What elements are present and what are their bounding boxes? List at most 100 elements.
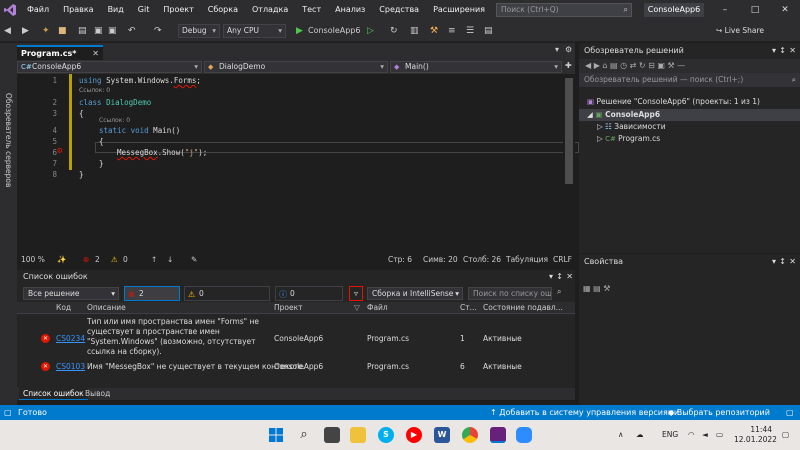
- server-explorer-tab[interactable]: Обозреватель серверов: [4, 93, 13, 187]
- notifications-icon[interactable]: ▢: [786, 405, 794, 420]
- member-nav-select[interactable]: ◆ Main() ▾: [390, 61, 562, 73]
- run-without-debugging-icon[interactable]: ▷: [367, 24, 374, 38]
- collapse-arrow-icon[interactable]: ▷: [597, 134, 605, 143]
- solution-search-input[interactable]: Обозреватель решений — поиск (Ctrl+;) ⌕: [579, 73, 800, 87]
- tab-program-cs[interactable]: Program.cs* ✕: [17, 45, 103, 60]
- build-source-select[interactable]: Сборка и IntelliSense ▾: [367, 287, 463, 300]
- menu-extensions[interactable]: Расширения: [426, 0, 492, 20]
- tree-item-project[interactable]: ◢ ▣ ConsoleApp6: [579, 109, 800, 121]
- tab-error-list[interactable]: Список ошибок: [19, 388, 88, 400]
- open-file-icon[interactable]: ▤: [78, 24, 87, 38]
- tab-output[interactable]: Вывод: [81, 388, 114, 400]
- undo-icon[interactable]: ↶: [128, 24, 136, 38]
- zoom-icon[interactable]: [516, 427, 532, 443]
- errors-filter-button[interactable]: ⊗2 Ошибки: [124, 286, 180, 311]
- menu-file[interactable]: Файл: [20, 0, 56, 20]
- warning-count[interactable]: 0: [123, 255, 128, 264]
- new-item-icon[interactable]: ✦: [42, 24, 50, 38]
- notification-center-icon[interactable]: ▢: [782, 420, 789, 450]
- close-tab-icon[interactable]: ✕: [92, 47, 99, 60]
- close-panel-icon[interactable]: ✕: [789, 43, 796, 59]
- dropdown-icon[interactable]: ▾: [772, 43, 776, 59]
- split-editor-icon[interactable]: ✚: [565, 61, 572, 70]
- pin-icon[interactable]: ▾: [549, 270, 553, 283]
- select-repository-button[interactable]: ◆ Выбрать репозиторий: [668, 405, 770, 420]
- minimize-button[interactable]: –: [710, 0, 740, 20]
- live-share-button[interactable]: ↪ Live Share: [716, 24, 764, 38]
- quick-search-input[interactable]: Поиск (Ctrl+Q) ⌕: [496, 3, 632, 17]
- col-file[interactable]: Файл: [367, 303, 388, 312]
- wifi-icon[interactable]: ◠: [688, 420, 695, 450]
- indent-indicator[interactable]: Табуляция: [506, 255, 548, 264]
- warnings-filter-button[interactable]: ⚠0 Предупреждения: [184, 286, 270, 311]
- task-view-icon[interactable]: [324, 427, 340, 443]
- collapse-arrow-icon[interactable]: ▷: [597, 122, 605, 131]
- history-icon[interactable]: ◷: [620, 61, 630, 70]
- menu-project[interactable]: Проект: [156, 0, 200, 20]
- class-nav-select[interactable]: ◆ DialogDemo ▾: [204, 61, 388, 73]
- code-editor[interactable]: 1 2 3 4 5 6 7 8 ⚙ using System.Windows.F…: [17, 74, 579, 254]
- next-issue-icon[interactable]: ↓: [167, 255, 173, 264]
- brush-icon[interactable]: ✎: [191, 255, 197, 264]
- error-code[interactable]: CS0234: [56, 334, 85, 344]
- col-project[interactable]: Проект: [274, 303, 303, 312]
- toolbar-icon-3[interactable]: ☰: [466, 24, 474, 38]
- col-description[interactable]: Описание: [87, 303, 126, 312]
- switch-view-icon[interactable]: ▤: [610, 61, 620, 70]
- skype-icon[interactable]: S: [378, 427, 394, 443]
- alphabetical-icon[interactable]: ▤: [593, 284, 603, 293]
- redo-icon[interactable]: ↷: [154, 24, 162, 38]
- scope-select[interactable]: Все решение ▾: [23, 287, 119, 300]
- properties-icon[interactable]: ⚒: [668, 61, 678, 70]
- settings-gear-icon[interactable]: ⚙: [565, 45, 572, 54]
- error-count[interactable]: 2: [95, 255, 100, 264]
- eol-indicator[interactable]: CRLF: [553, 255, 572, 264]
- show-files-icon[interactable]: ▣: [657, 61, 667, 70]
- visual-studio-taskbar-icon[interactable]: [490, 427, 506, 443]
- maximize-button[interactable]: □: [740, 0, 770, 20]
- platform-select[interactable]: Any CPU ▾: [223, 24, 286, 38]
- tray-chevron-icon[interactable]: ∧: [618, 420, 624, 450]
- codelens-references[interactable]: Ссылок: 0: [79, 87, 110, 94]
- sync-icon[interactable]: ⇄: [630, 61, 639, 70]
- menu-git[interactable]: Git: [131, 0, 157, 20]
- col-line[interactable]: Ст...: [460, 303, 477, 312]
- prev-issue-icon[interactable]: ↑: [151, 255, 157, 264]
- file-explorer-icon[interactable]: [350, 427, 366, 443]
- close-panel-icon[interactable]: ✕: [789, 254, 796, 270]
- menu-analyze[interactable]: Анализ: [328, 0, 372, 20]
- youtube-icon[interactable]: ▶: [406, 427, 422, 443]
- save-all-icon[interactable]: ▣: [108, 24, 117, 38]
- error-lightbulb-icon[interactable]: ⚙: [57, 146, 62, 156]
- messages-filter-button[interactable]: ⓘ0 Сообщения: [275, 286, 343, 311]
- language-indicator[interactable]: ENG: [662, 420, 678, 450]
- zoom-level[interactable]: 100 %: [21, 255, 45, 264]
- pin-icon[interactable]: ↕: [779, 254, 786, 270]
- home-icon[interactable]: ⌂: [602, 61, 610, 70]
- windows-start-icon[interactable]: [268, 427, 284, 443]
- back-icon[interactable]: ◀: [585, 61, 594, 70]
- toolbar-icon-2[interactable]: ≡: [448, 24, 456, 38]
- battery-icon[interactable]: ▭: [716, 420, 723, 450]
- back-icon[interactable]: ◀: [4, 24, 11, 38]
- pin-icon[interactable]: ↕: [779, 43, 786, 59]
- hot-reload-icon[interactable]: ↻: [390, 24, 398, 38]
- forward-icon[interactable]: ▶: [22, 24, 29, 38]
- save-icon[interactable]: ▣: [94, 24, 103, 38]
- cloud-icon[interactable]: ☁: [636, 420, 644, 450]
- start-debugging-icon[interactable]: ▶: [296, 24, 303, 38]
- pin-icon[interactable]: ↕: [556, 270, 563, 283]
- add-to-source-control-button[interactable]: ↑ Добавить в систему управления версиями: [490, 405, 679, 420]
- filter-icon[interactable]: ▿: [349, 286, 363, 301]
- menu-test[interactable]: Тест: [295, 0, 328, 20]
- table-row[interactable]: ✕ CS0103 Имя "MessegBox" не существует в…: [17, 361, 575, 373]
- clock-time[interactable]: 11:44: [738, 425, 772, 434]
- table-row[interactable]: ✕ CS0234 Тип или имя пространства имен "…: [17, 317, 575, 361]
- tree-item-dependencies[interactable]: ▷ ☷ Зависимости: [579, 121, 800, 133]
- error-search-input[interactable]: Поиск по списку ошибок: [468, 287, 552, 300]
- menu-debug[interactable]: Отладка: [245, 0, 295, 20]
- codelens-references[interactable]: Ссылок: 0: [99, 117, 130, 124]
- property-pages-icon[interactable]: ⚒: [603, 284, 610, 293]
- chrome-icon[interactable]: [462, 427, 478, 443]
- volume-icon[interactable]: ◄: [702, 420, 708, 450]
